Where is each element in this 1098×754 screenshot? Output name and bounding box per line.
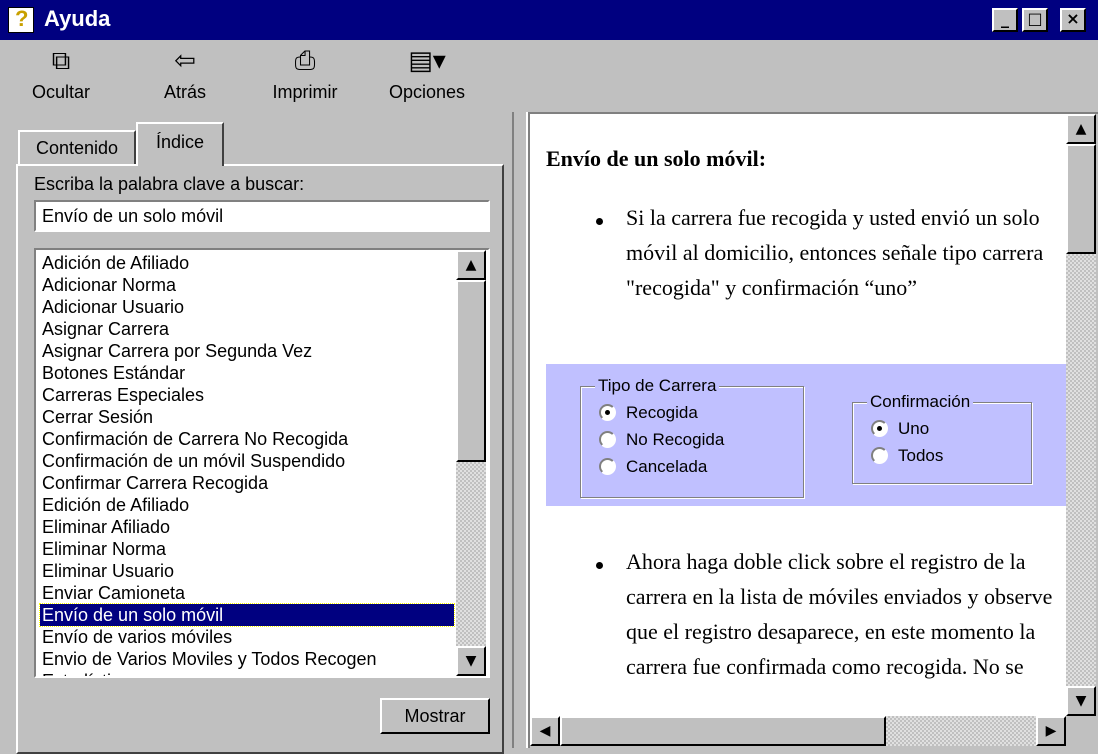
scroll-right-button[interactable]: ▶	[1036, 716, 1066, 746]
scroll-up-button[interactable]: ▲	[1066, 114, 1096, 144]
scroll-down-button[interactable]: ▼	[1066, 686, 1096, 716]
topic-horizontal-scrollbar[interactable]: ◀ ▶	[530, 716, 1066, 746]
index-list-item[interactable]: Confirmar Carrera Recogida	[40, 472, 454, 494]
print-label: Imprimir	[272, 82, 338, 102]
topic-paragraph-2: Ahora haga doble click sobre el registro…	[626, 549, 1053, 679]
scroll-down-button[interactable]: ▼	[456, 646, 486, 676]
radio-label: Uno	[898, 419, 930, 438]
index-list[interactable]: Adición de Afiliado Adicionar Norma Adicio…	[34, 248, 490, 678]
topic-pane: Envío de un solo móvil: Si la carrera fu…	[528, 112, 1098, 748]
back-button[interactable]: ⇦ Atrás	[150, 44, 220, 110]
ride-type-title: Tipo de Carrera	[595, 376, 720, 396]
index-list-item[interactable]: Eliminar Norma	[40, 538, 454, 560]
help-book-icon	[8, 6, 34, 33]
index-list-item[interactable]: Carreras Especiales	[40, 384, 454, 406]
radio-no-recogida: No Recogida	[599, 430, 724, 450]
index-list-item[interactable]: Edición de Afiliado	[40, 494, 454, 516]
hide-pane-icon: ⧉	[51, 46, 71, 76]
options-button[interactable]: ▤▾ Opciones	[378, 44, 476, 110]
hide-label: Ocultar	[31, 82, 91, 102]
index-list-item[interactable]: Eliminar Afiliado	[40, 516, 454, 538]
index-list-item[interactable]: Adicionar Norma	[40, 274, 454, 296]
topic-content: Envío de un solo móvil: Si la carrera fu…	[530, 114, 1066, 716]
topic-paragraph-1: Si la carrera fue recogida y usted envió…	[626, 205, 1044, 300]
index-list-item[interactable]: Eliminar Usuario	[40, 560, 454, 582]
navigation-pane: Contenido Índice Escriba la palabra clav…	[0, 112, 512, 754]
scroll-thumb-horizontal[interactable]	[560, 716, 886, 746]
scroll-up-button[interactable]: ▲	[456, 250, 486, 280]
options-icon: ▤▾	[408, 46, 446, 76]
radio-icon	[871, 447, 888, 464]
topic-vertical-scrollbar[interactable]: ▲ ▼	[1066, 114, 1096, 716]
confirmation-title: Confirmación	[867, 392, 974, 412]
index-list-item[interactable]: Cerrar Sesión	[40, 406, 454, 428]
radio-label: No Recogida	[626, 430, 725, 449]
index-list-item[interactable]: Confirmación de Carrera No Recogida	[40, 428, 454, 450]
minimize-button[interactable]: _	[992, 8, 1018, 32]
back-arrow-icon: ⇦	[174, 46, 196, 76]
hide-button[interactable]: ⧉ Ocultar	[18, 44, 104, 110]
pane-splitter[interactable]	[512, 112, 528, 748]
tab-contents[interactable]: Contenido	[18, 130, 136, 164]
confirmation-group: Confirmación Uno Todos	[852, 392, 1032, 484]
index-list-item[interactable]: Estadísticas	[40, 670, 454, 676]
index-list-item[interactable]: Asignar Carrera	[40, 318, 454, 340]
index-list-item[interactable]: Asignar Carrera por Segunda Vez	[40, 340, 454, 362]
bullet-dot	[596, 562, 603, 569]
help-window: Ayuda _ □ × ⧉ Ocultar ⇦ Atrás ⎙ Imprimir…	[0, 0, 1098, 754]
index-list-item[interactable]: Envío de un solo móvil	[39, 603, 455, 627]
radio-uno: Uno	[871, 419, 929, 439]
show-button[interactable]: Mostrar	[380, 698, 490, 734]
toolbar: ⧉ Ocultar ⇦ Atrás ⎙ Imprimir ▤▾ Opciones	[0, 40, 1098, 112]
keyword-prompt: Escriba la palabra clave a buscar:	[34, 174, 305, 194]
printer-icon: ⎙	[294, 46, 316, 76]
tab-index[interactable]: Índice	[136, 122, 224, 166]
options-label: Opciones	[388, 82, 466, 102]
keyword-search-input[interactable]: Envío de un solo móvil	[34, 200, 490, 232]
radio-icon	[599, 431, 616, 448]
topic-heading: Envío de un solo móvil:	[546, 146, 767, 171]
radio-recogida: Recogida	[599, 403, 698, 423]
radio-selected-icon	[871, 420, 888, 437]
title-bar[interactable]: Ayuda _ □ ×	[0, 0, 1098, 40]
index-list-item[interactable]: Envio de Varios Moviles y Todos Recogen	[40, 648, 454, 670]
radio-label: Cancelada	[626, 457, 708, 476]
radio-label: Todos	[898, 446, 944, 465]
scroll-left-button[interactable]: ◀	[530, 716, 560, 746]
index-list-scrollbar[interactable]: ▲ ▼	[456, 250, 486, 676]
demo-options-panel: Tipo de Carrera Recogida No Recogida Can…	[546, 364, 1066, 506]
scroll-thumb[interactable]	[1066, 144, 1096, 254]
radio-icon	[599, 458, 616, 475]
window-title: Ayuda	[44, 6, 111, 31]
back-label: Atrás	[163, 82, 206, 102]
bullet-dot	[596, 218, 603, 225]
index-list-item[interactable]: Botones Estándar	[40, 362, 454, 384]
radio-label: Recogida	[626, 403, 698, 422]
index-panel: Escriba la palabra clave a buscar: Envío…	[16, 164, 504, 754]
index-list-item[interactable]: Confirmación de un móvil Suspendido	[40, 450, 454, 472]
index-list-item[interactable]: Enviar Camioneta	[40, 582, 454, 604]
radio-todos: Todos	[871, 446, 943, 466]
scroll-thumb[interactable]	[456, 280, 486, 462]
index-list-item[interactable]: Adición de Afiliado	[40, 252, 454, 274]
radio-selected-icon	[599, 404, 616, 421]
close-button[interactable]: ×	[1060, 8, 1086, 32]
radio-cancelada: Cancelada	[599, 457, 707, 477]
index-list-items: Adición de Afiliado Adicionar Norma Adicio…	[39, 252, 455, 676]
index-list-item[interactable]: Adicionar Usuario	[40, 296, 454, 318]
index-list-item[interactable]: Envío de varios móviles	[40, 626, 454, 648]
ride-type-group: Tipo de Carrera Recogida No Recogida Can…	[580, 376, 804, 498]
maximize-button[interactable]: □	[1022, 8, 1048, 32]
print-button[interactable]: ⎙ Imprimir	[262, 44, 348, 110]
